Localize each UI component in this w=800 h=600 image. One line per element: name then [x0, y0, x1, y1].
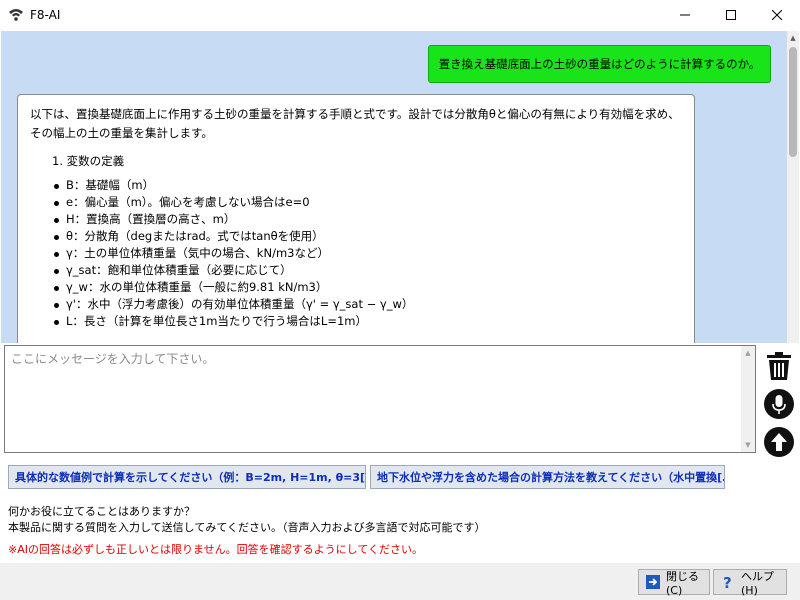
- suggestion-button-2[interactable]: 地下水位や浮力を含めた場合の計算方法を教えてください（水中置換[…]: [370, 465, 725, 489]
- scroll-down-arrow[interactable]: ▼: [741, 438, 755, 452]
- ai-response-bubble: 以下は、置換基礎底面上に作用する土砂の重量を計算する手順と式です。設計では分散角…: [17, 94, 695, 343]
- close-icon: [772, 10, 782, 20]
- trash-icon: [767, 352, 791, 380]
- ai-intro-text: 以下は、置換基礎底面上に作用する土砂の重量を計算する手順と式です。設計では分散角…: [30, 107, 680, 140]
- list-item: H：置換高（置換層の高さ、m）: [52, 211, 682, 228]
- list-item: L：長さ（計算を単位長さ1m当たりで行う場合はL=1m）: [52, 313, 682, 330]
- title-bar: F8-AI: [0, 0, 800, 30]
- close-button[interactable]: 閉じる(C): [638, 569, 710, 597]
- microphone-icon: [764, 389, 794, 419]
- send-button[interactable]: [762, 425, 796, 459]
- maximize-icon: [726, 10, 736, 20]
- help-button-label: ヘルプ(H): [741, 569, 774, 597]
- close-button-label: 閉じる(C): [666, 569, 699, 597]
- list-item: γ_sat：飽和単位体積重量（必要に応じて）: [52, 262, 682, 279]
- maximize-button[interactable]: [708, 0, 754, 30]
- ai-section-heading: 1. 変数の定義: [52, 154, 125, 168]
- message-input[interactable]: [5, 346, 742, 452]
- scroll-up-arrow[interactable]: ▲: [741, 346, 755, 360]
- list-item: γ'：水中（浮力考慮後）の有効単位体積重量（γ' = γ_sat − γ_w）: [52, 296, 682, 313]
- window-title: F8-AI: [30, 8, 61, 22]
- arrow-up-icon: [764, 427, 794, 457]
- voice-input-button[interactable]: [762, 387, 796, 421]
- input-actions: [758, 345, 800, 465]
- minimize-button[interactable]: [662, 0, 708, 30]
- app-logo-icon: [8, 7, 24, 23]
- suggestion-button-1[interactable]: 具体的な数値例で計算を示してください（例：B=2m, H=1m, θ=3[…]: [8, 465, 366, 489]
- bottom-bar: 閉じる(C) ? ヘルプ(H): [0, 563, 800, 600]
- info-prompt: 何かお役に立てることはありますか？: [8, 505, 195, 518]
- info-instructions: 本製品に関する質問を入力して送信してみてください。（音声入力および多言語で対応可…: [8, 521, 486, 534]
- ai-disclaimer: ※AIの回答は必ずしも正しいとは限りません。回答を確認するようにしてください。: [8, 543, 423, 556]
- minimize-icon: [680, 14, 690, 16]
- list-item: B：基礎幅（m）: [52, 177, 682, 194]
- close-window-button[interactable]: [754, 0, 800, 30]
- help-button[interactable]: ? ヘルプ(H): [713, 569, 787, 597]
- chat-scrollbar[interactable]: ▲: [787, 31, 799, 343]
- exit-icon: [645, 574, 661, 590]
- user-message-bubble: 置き換え基礎底面上の土砂の重量はどのように計算するのか。: [428, 45, 771, 83]
- list-item: γ_w：水の単位体積重量（一般に約9.81 kN/m3）: [52, 279, 682, 296]
- svg-text:?: ?: [723, 574, 732, 590]
- help-icon: ?: [720, 574, 736, 590]
- scroll-up-arrow[interactable]: ▲: [787, 31, 799, 45]
- list-item: γ：土の単位体積重量（気中の場合、kN/m3など）: [52, 245, 682, 262]
- chat-history[interactable]: 置き換え基礎底面上の土砂の重量はどのように計算するのか。 以下は、置換基礎底面上…: [1, 31, 787, 343]
- list-item: θ：分散角（degまたはrad。式ではtanθを使用）: [52, 228, 682, 245]
- message-input-area: ▲ ▼: [4, 345, 756, 453]
- input-scrollbar[interactable]: ▲ ▼: [741, 346, 755, 452]
- list-item: e：偏心量（m）。偏心を考慮しない場合はe=0: [52, 194, 682, 211]
- ai-variable-list: B：基礎幅（m） e：偏心量（m）。偏心を考慮しない場合はe=0 H：置換高（置…: [30, 177, 682, 330]
- scrollbar-thumb[interactable]: [789, 47, 797, 157]
- clear-button[interactable]: [762, 349, 796, 383]
